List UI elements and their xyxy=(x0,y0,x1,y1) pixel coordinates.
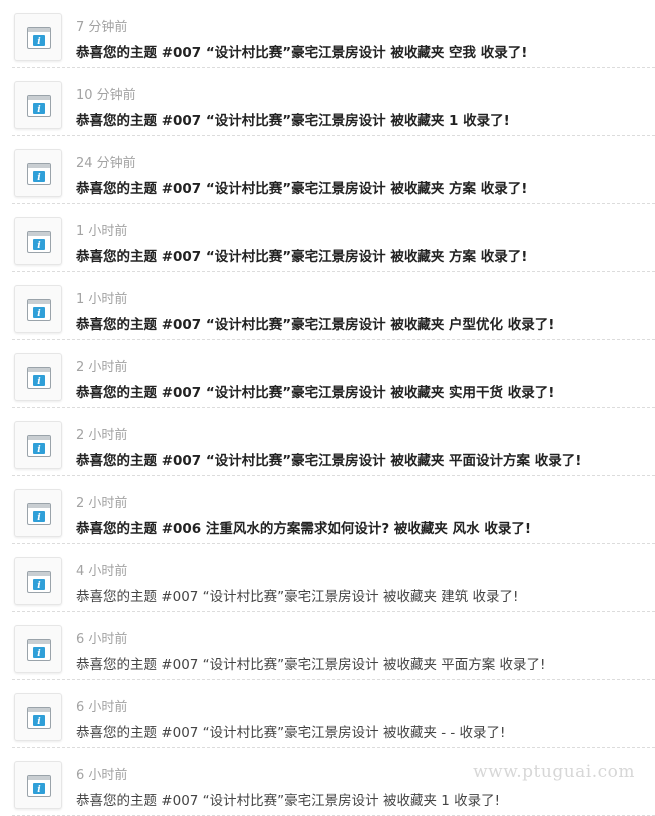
notification-time: 2 小时前 xyxy=(76,428,128,443)
notification-time: 6 小时前 xyxy=(76,632,128,647)
notification-item[interactable]: i 6 小时前 恭喜您的主题 #007 “设计村比赛”豪宅江景房设计 被收藏夹 … xyxy=(12,612,655,680)
notification-time: 1 小时前 xyxy=(76,292,128,307)
notification-item[interactable]: i 7 分钟前 恭喜您的主题 #007 “设计村比赛”豪宅江景房设计 被收藏夹 … xyxy=(12,0,655,68)
notification-time: 4 小时前 xyxy=(76,564,128,579)
notification-message[interactable]: 恭喜您的主题 #007 “设计村比赛”豪宅江景房设计 被收藏夹 平面设计方案 收… xyxy=(76,452,581,470)
notification-message[interactable]: 恭喜您的主题 #007 “设计村比赛”豪宅江景房设计 被收藏夹 户型优化 收录了… xyxy=(76,316,554,334)
notification-item[interactable]: i 4 小时前 恭喜您的主题 #007 “设计村比赛”豪宅江景房设计 被收藏夹 … xyxy=(12,544,655,612)
notification-time: 10 分钟前 xyxy=(76,88,136,103)
svg-text:i: i xyxy=(37,309,41,319)
notification-item[interactable]: i 2 小时前 恭喜您的主题 #007 “设计村比赛”豪宅江景房设计 被收藏夹 … xyxy=(12,408,655,476)
notification-info-icon: i xyxy=(14,557,62,605)
notification-message[interactable]: 恭喜您的主题 #007 “设计村比赛”豪宅江景房设计 被收藏夹 1 收录了! xyxy=(76,792,500,810)
notification-info-icon: i xyxy=(14,217,62,265)
notification-item[interactable]: i 6 小时前 恭喜您的主题 #007 “设计村比赛”豪宅江景房设计 被收藏夹 … xyxy=(12,680,655,748)
notification-info-icon: i xyxy=(14,693,62,741)
notification-time: 6 小时前 xyxy=(76,700,128,715)
notification-time: 2 小时前 xyxy=(76,496,128,511)
svg-text:i: i xyxy=(37,581,41,591)
notification-item[interactable]: i 1 小时前 恭喜您的主题 #007 “设计村比赛”豪宅江景房设计 被收藏夹 … xyxy=(12,204,655,272)
svg-text:i: i xyxy=(37,37,41,47)
svg-text:i: i xyxy=(37,785,41,795)
notification-info-icon: i xyxy=(14,761,62,809)
notification-info-icon: i xyxy=(14,625,62,673)
notification-time: 24 分钟前 xyxy=(76,156,136,171)
notification-time: 2 小时前 xyxy=(76,360,128,375)
svg-text:i: i xyxy=(37,105,41,115)
notification-info-icon: i xyxy=(14,149,62,197)
notification-message[interactable]: 恭喜您的主题 #007 “设计村比赛”豪宅江景房设计 被收藏夹 平面方案 收录了… xyxy=(76,656,545,674)
notification-item[interactable]: i 6 小时前 恭喜您的主题 #007 “设计村比赛”豪宅江景房设计 被收藏夹 … xyxy=(12,748,655,816)
notification-message[interactable]: 恭喜您的主题 #007 “设计村比赛”豪宅江景房设计 被收藏夹 实用干货 收录了… xyxy=(76,384,554,402)
notification-info-icon: i xyxy=(14,489,62,537)
svg-text:i: i xyxy=(37,377,41,387)
notification-info-icon: i xyxy=(14,81,62,129)
svg-text:i: i xyxy=(37,513,41,523)
notification-message[interactable]: 恭喜您的主题 #007 “设计村比赛”豪宅江景房设计 被收藏夹 建筑 收录了! xyxy=(76,588,518,606)
notification-item[interactable]: i 24 分钟前 恭喜您的主题 #007 “设计村比赛”豪宅江景房设计 被收藏夹… xyxy=(12,136,655,204)
notification-info-icon: i xyxy=(14,13,62,61)
notification-info-icon: i xyxy=(14,421,62,469)
notification-item[interactable]: i 1 小时前 恭喜您的主题 #007 “设计村比赛”豪宅江景房设计 被收藏夹 … xyxy=(12,272,655,340)
notification-item[interactable]: i 2 小时前 恭喜您的主题 #007 “设计村比赛”豪宅江景房设计 被收藏夹 … xyxy=(12,340,655,408)
notification-list: i 7 分钟前 恭喜您的主题 #007 “设计村比赛”豪宅江景房设计 被收藏夹 … xyxy=(0,0,655,816)
svg-text:i: i xyxy=(37,445,41,455)
notification-message[interactable]: 恭喜您的主题 #007 “设计村比赛”豪宅江景房设计 被收藏夹 空我 收录了! xyxy=(76,44,527,62)
notification-info-icon: i xyxy=(14,285,62,333)
notification-info-icon: i xyxy=(14,353,62,401)
svg-text:i: i xyxy=(37,173,41,183)
notification-message[interactable]: 恭喜您的主题 #006 注重风水的方案需求如何设计? 被收藏夹 风水 收录了! xyxy=(76,520,531,538)
notification-message[interactable]: 恭喜您的主题 #007 “设计村比赛”豪宅江景房设计 被收藏夹 方案 收录了! xyxy=(76,180,527,198)
watermark-text: www.ptuguai.com xyxy=(473,762,635,782)
notification-message[interactable]: 恭喜您的主题 #007 “设计村比赛”豪宅江景房设计 被收藏夹 - - 收录了! xyxy=(76,724,505,742)
notification-item[interactable]: i 2 小时前 恭喜您的主题 #006 注重风水的方案需求如何设计? 被收藏夹 … xyxy=(12,476,655,544)
notification-time: 7 分钟前 xyxy=(76,20,128,35)
notification-message[interactable]: 恭喜您的主题 #007 “设计村比赛”豪宅江景房设计 被收藏夹 方案 收录了! xyxy=(76,248,527,266)
svg-text:i: i xyxy=(37,649,41,659)
svg-text:i: i xyxy=(37,241,41,251)
notification-item[interactable]: i 10 分钟前 恭喜您的主题 #007 “设计村比赛”豪宅江景房设计 被收藏夹… xyxy=(12,68,655,136)
notification-message[interactable]: 恭喜您的主题 #007 “设计村比赛”豪宅江景房设计 被收藏夹 1 收录了! xyxy=(76,112,510,130)
notification-time: 1 小时前 xyxy=(76,224,128,239)
notification-time: 6 小时前 xyxy=(76,768,128,783)
svg-text:i: i xyxy=(37,717,41,727)
